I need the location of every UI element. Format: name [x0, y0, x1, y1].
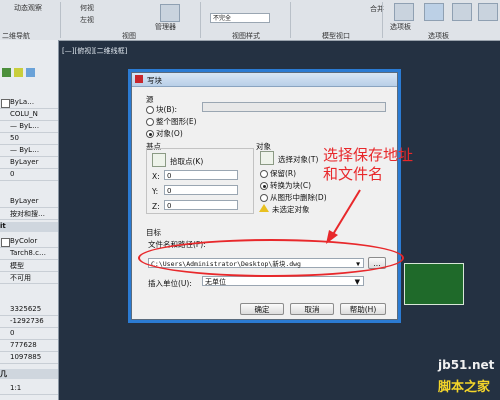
select-objects-icon[interactable] — [260, 151, 274, 165]
x-field[interactable]: 0 — [164, 170, 238, 180]
source-label: 源 — [146, 95, 154, 104]
units-select[interactable]: 无单位 ▼ — [202, 276, 364, 286]
prop-row[interactable]: 按对和搜… — [0, 208, 58, 220]
z-field[interactable]: 0 — [164, 200, 238, 210]
prop-row[interactable]: — ByL… — [0, 145, 58, 157]
radio-convert[interactable] — [260, 182, 268, 190]
autocad-icon — [135, 75, 143, 83]
prop-row[interactable]: ByLayer — [0, 196, 58, 208]
prop-row[interactable]: 50 — [0, 133, 58, 145]
annotation-line: 选择保存地址 — [323, 146, 414, 164]
prop-row[interactable]: 不可用 — [0, 272, 58, 284]
cancel-button[interactable]: 取消 — [290, 303, 334, 315]
prop-row[interactable]: 0 — [0, 328, 58, 340]
z-label: Z: — [152, 202, 160, 211]
ribbon-orbit[interactable]: 动态观察 — [14, 3, 42, 13]
annotation-text: 选择保存地址 和文件名 — [323, 146, 413, 184]
visual-style-field[interactable]: 不完全 — [210, 13, 270, 23]
prop-row[interactable]: Tarch8.c… — [0, 248, 58, 260]
prop-row[interactable]: COLU_N — [0, 109, 58, 121]
y-label: Y: — [152, 187, 159, 196]
x-label: X: — [152, 172, 160, 181]
radio-convert-label: 转换为块(C) — [270, 181, 312, 190]
radio-objects[interactable] — [146, 130, 154, 138]
pick-point-label[interactable]: 拾取点(K) — [170, 156, 203, 167]
annotation-arrow — [326, 189, 361, 244]
tool-palette-icon[interactable] — [452, 3, 472, 21]
ribbon-view-back[interactable]: 何视 — [80, 3, 94, 13]
radio-block[interactable] — [146, 106, 154, 114]
dialog-title: 写块 — [147, 76, 162, 85]
chevron-down-icon[interactable]: ▼ — [355, 277, 360, 287]
ribbon: 动态观察 何视 左视 管理器 不完全 合并 选项板 二维导航 视图 视图样式 模… — [0, 0, 500, 41]
quick-select-icon[interactable] — [26, 68, 35, 77]
units-value: 无单位 — [205, 278, 226, 286]
annotation-line: 和文件名 — [323, 165, 384, 183]
properties-icon[interactable] — [424, 3, 444, 21]
prop-row[interactable]: 模型 — [0, 260, 58, 272]
prop-row[interactable]: ByLayer — [0, 157, 58, 169]
prop-row[interactable]: 777628 — [0, 340, 58, 352]
radio-retain-label: 保留(R) — [270, 169, 297, 178]
palette-section-header[interactable]: it — [0, 222, 58, 232]
ok-button[interactable]: 确定 — [240, 303, 284, 315]
radio-delete[interactable] — [260, 194, 268, 202]
prop-row[interactable]: 3325625 — [0, 304, 58, 316]
watermark-name: 脚本之家 — [438, 380, 491, 395]
radio-delete-label: 从图形中删除(D) — [270, 193, 327, 202]
help-button[interactable]: 帮助(H) — [340, 303, 386, 315]
radio-objects-label: 对象(O) — [156, 129, 183, 138]
prop-row[interactable]: 1:1 — [0, 383, 58, 395]
add-icon[interactable] — [2, 68, 11, 77]
group-palettes: 选项板 — [428, 32, 449, 40]
y-field[interactable]: 0 — [164, 185, 238, 195]
radio-whole-label: 整个图形(E) — [156, 117, 197, 126]
palette-section-header[interactable]: 几 — [0, 369, 58, 379]
viewport-label[interactable]: [—][俯视][二维线框] — [62, 46, 127, 56]
dialog-titlebar[interactable]: 写块 — [132, 73, 397, 87]
drawing-thumbnail — [404, 263, 464, 305]
ribbon-view-left[interactable]: 左视 — [80, 15, 94, 25]
warning-icon — [259, 204, 269, 212]
group-visual-style: 视图样式 — [232, 32, 260, 40]
watermark-site: jb51.net — [438, 358, 495, 372]
select-icon[interactable] — [14, 68, 23, 77]
prop-row[interactable]: 0 — [0, 169, 58, 181]
prop-row[interactable]: ByLa… — [0, 97, 58, 109]
prop-row[interactable]: ByColor — [0, 236, 58, 248]
pick-point-icon[interactable] — [152, 153, 166, 167]
warning-label: 未选定对象 — [272, 205, 310, 214]
ribbon-palettes[interactable]: 选项板 — [390, 22, 411, 32]
units-label: 插入单位(U): — [148, 279, 192, 288]
radio-retain[interactable] — [260, 170, 268, 178]
radio-whole-drawing[interactable] — [146, 118, 154, 126]
sheet-set-icon[interactable] — [478, 3, 498, 21]
group-viewports: 模型视口 — [322, 32, 350, 40]
radio-block-label: 块(B): — [156, 105, 178, 114]
palette-icon[interactable] — [394, 3, 414, 21]
prop-row[interactable]: 1097885 — [0, 352, 58, 364]
block-select[interactable] — [202, 102, 386, 112]
prop-row[interactable]: -1292736 — [0, 316, 58, 328]
ribbon-manager[interactable]: 管理器 — [155, 22, 176, 32]
select-objects-label[interactable]: 选择对象(T) — [278, 154, 318, 165]
manager-icon[interactable] — [160, 4, 180, 22]
prop-row[interactable]: — ByL… — [0, 121, 58, 133]
group-view: 视图 — [122, 32, 136, 40]
properties-palette: ByLa… COLU_N — ByL… 50 — ByL… ByLayer 0 … — [0, 40, 59, 400]
target-label: 目标 — [146, 228, 161, 237]
